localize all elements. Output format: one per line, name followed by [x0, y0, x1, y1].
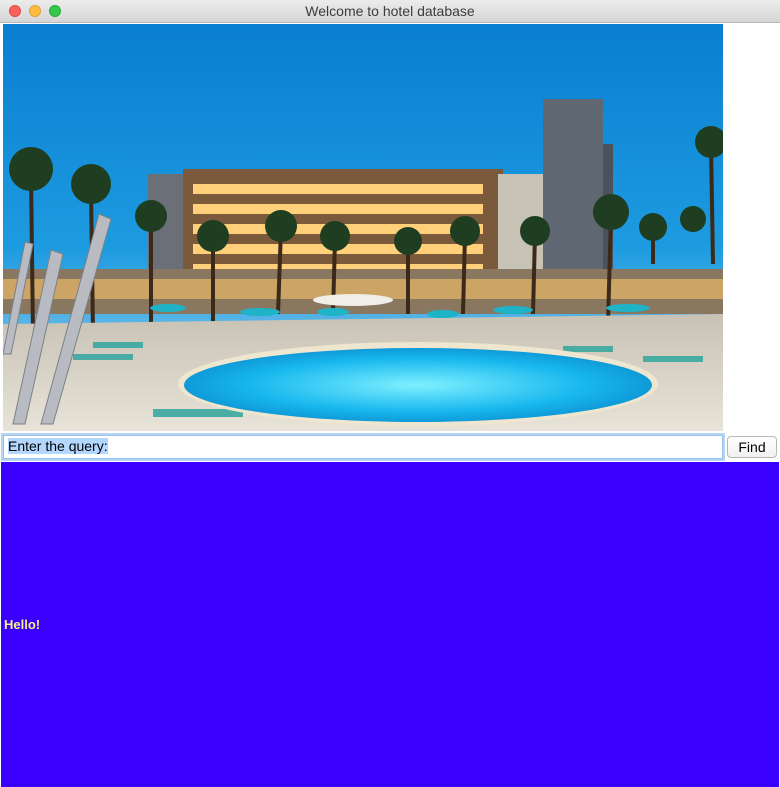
result-text: Hello!	[4, 617, 41, 632]
window-title: Welcome to hotel database	[305, 3, 475, 19]
query-row: Enter the query: Find	[0, 434, 780, 460]
title-bar: Welcome to hotel database	[0, 0, 780, 23]
hotel-pool-photo	[3, 24, 723, 431]
query-input[interactable]: Enter the query:	[3, 435, 723, 459]
find-button[interactable]: Find	[727, 436, 777, 458]
result-panel: Hello!	[1, 462, 779, 787]
app-window: Welcome to hotel database Enter the quer…	[0, 0, 780, 787]
query-input-value: Enter the query:	[8, 438, 108, 454]
